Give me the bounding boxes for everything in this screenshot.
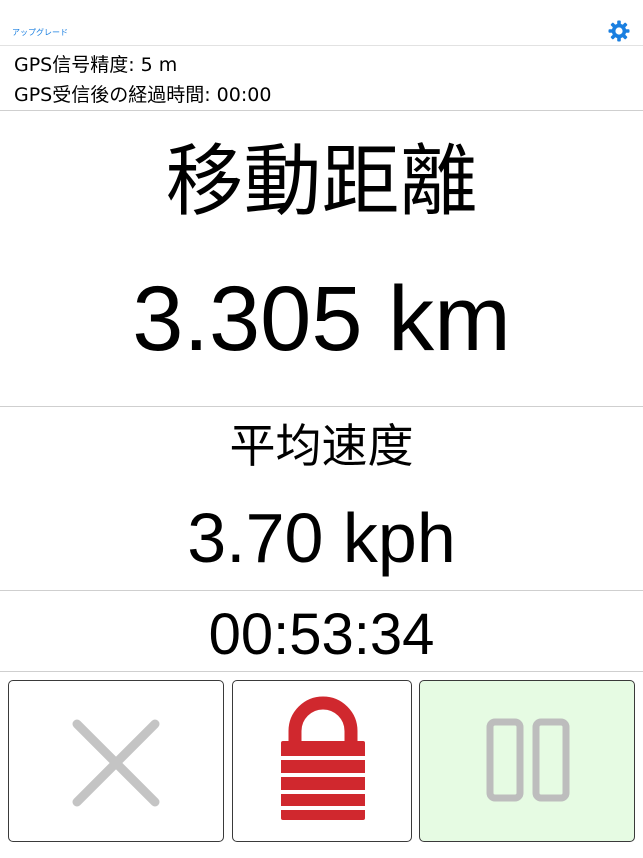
distance-label: 移動距離 [165, 137, 478, 227]
speed-section: 平均速度 3.70 kph [0, 408, 643, 591]
pause-button[interactable] [419, 680, 635, 842]
distance-value: 3.305 km [132, 268, 511, 370]
distance-section: 移動距離 3.305 km [0, 112, 643, 407]
gps-accuracy-text: GPS信号精度: 5 m [14, 54, 178, 76]
speed-label: 平均速度 [229, 419, 414, 473]
x-icon [72, 719, 160, 807]
gear-icon[interactable] [607, 19, 631, 43]
speed-value: 3.70 kph [187, 499, 456, 577]
pause-icon [486, 718, 570, 802]
timer-value: 00:53:34 [208, 602, 435, 667]
upgrade-link[interactable]: アップグレード [12, 27, 68, 38]
lock-icon [281, 696, 365, 820]
lock-button[interactable] [232, 680, 412, 842]
cancel-button[interactable] [8, 680, 224, 842]
top-bar: アップグレード [0, 0, 643, 46]
gps-elapsed-text: GPS受信後の経過時間: 00:00 [14, 84, 272, 106]
gps-info-panel: GPS信号精度: 5 m GPS受信後の経過時間: 00:00 [0, 47, 643, 111]
timer-section: 00:53:34 [0, 592, 643, 672]
